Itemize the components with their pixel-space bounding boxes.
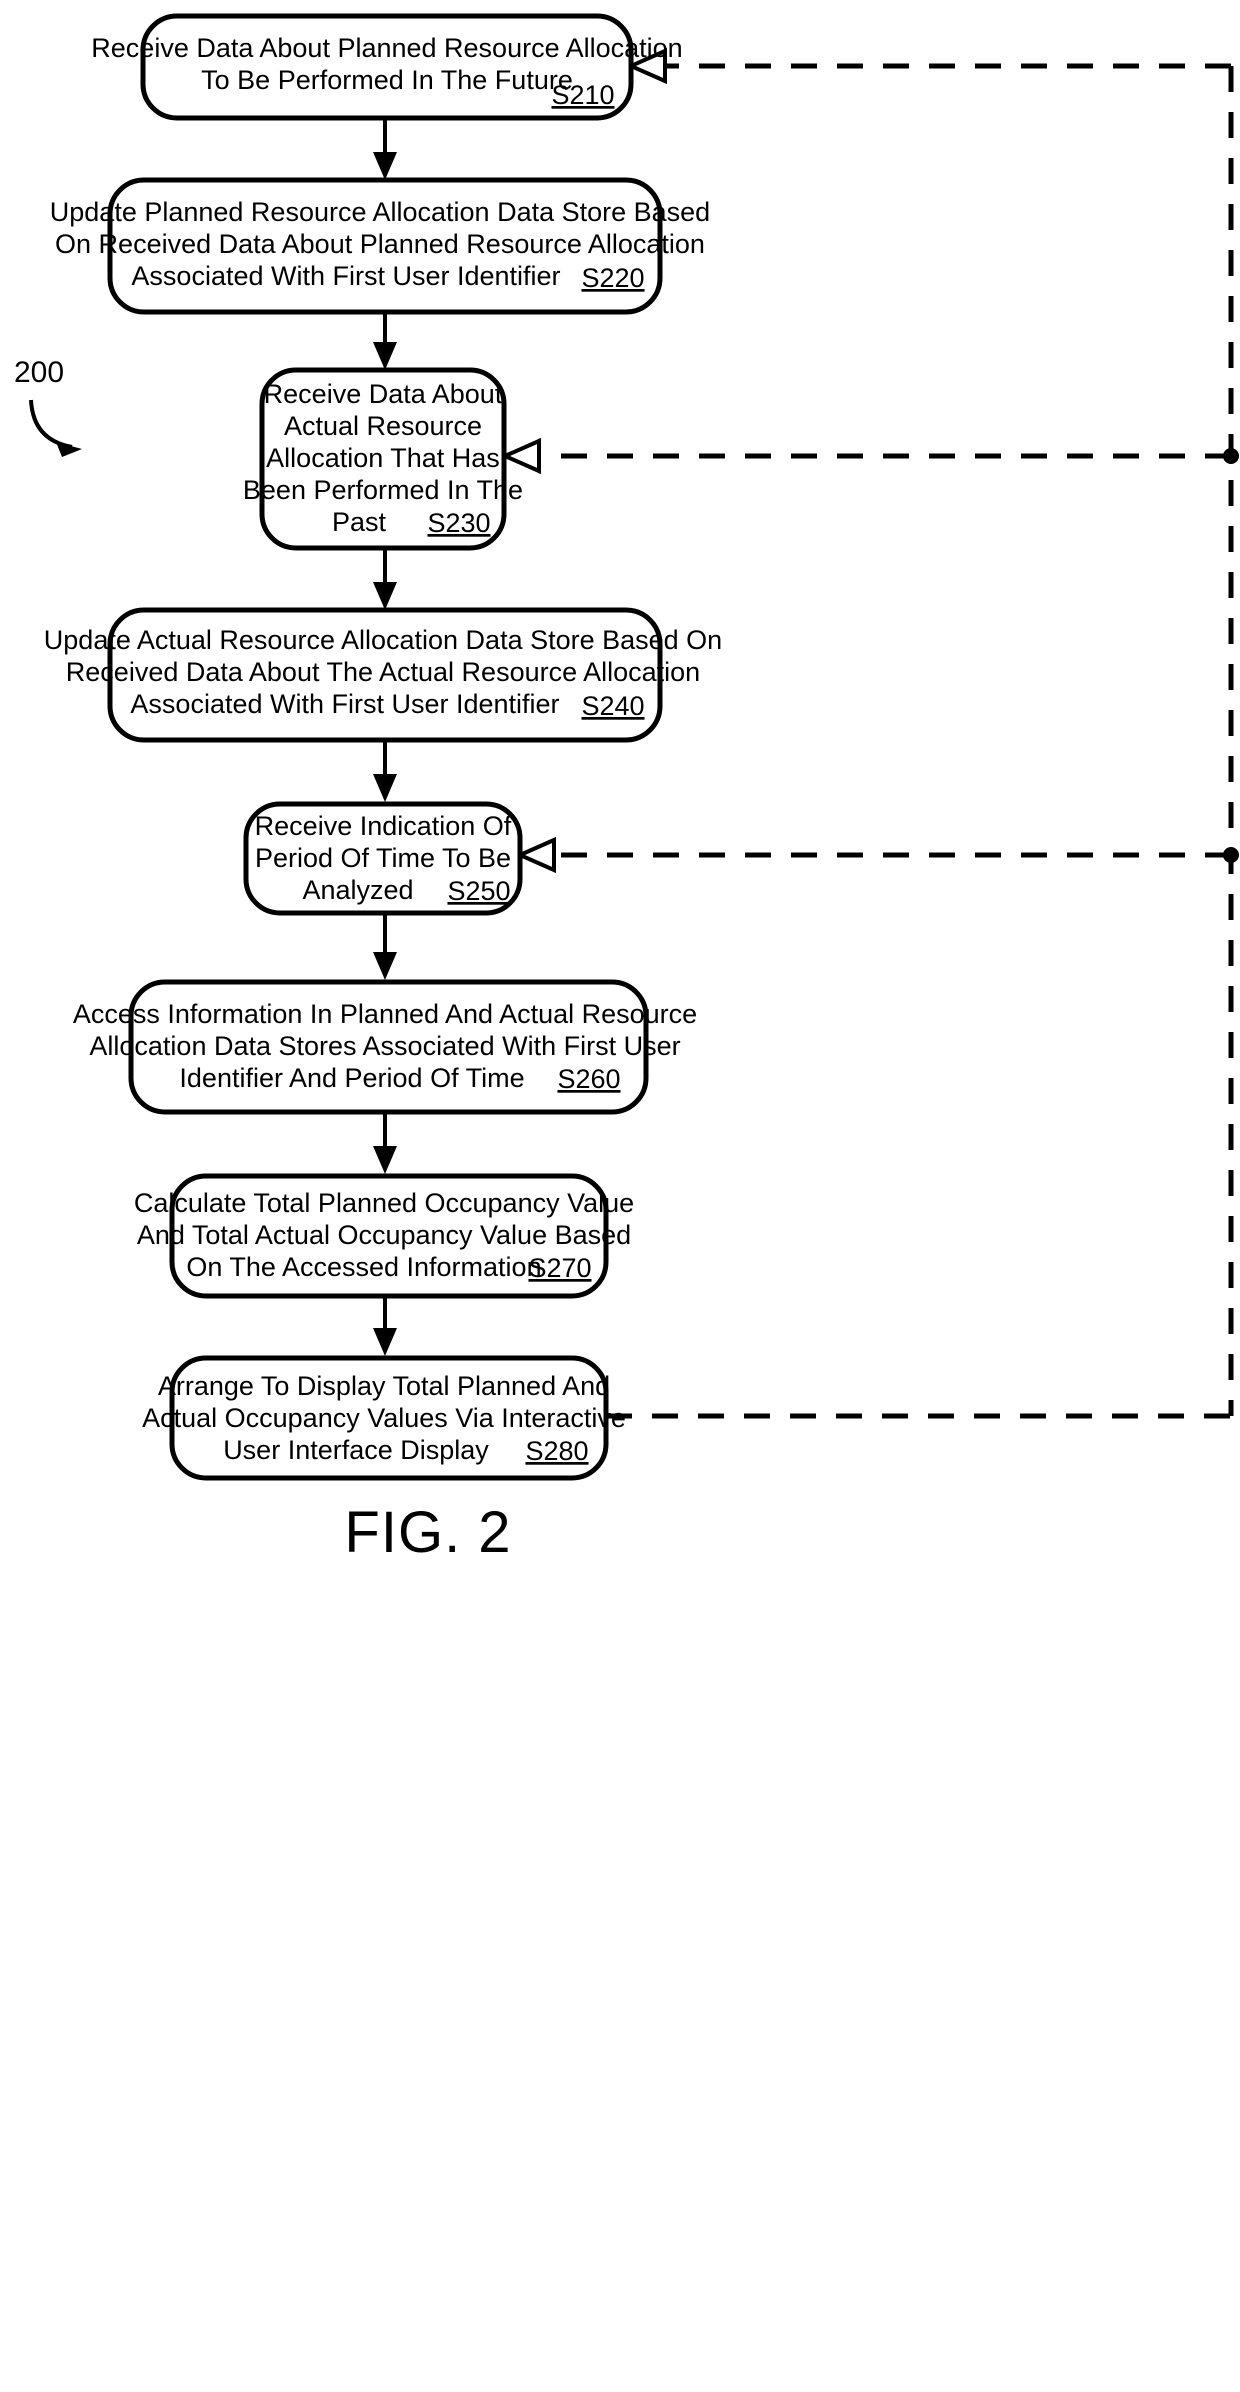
node-s210-line1: Receive Data About Planned Resource Allo… [91,33,682,63]
node-s240-line3: Associated With First User Identifier [130,689,559,719]
node-s240-step-label: S240 [581,691,644,721]
arrowhead-s230-s240 [373,582,397,610]
flowchart-svg: 200 Receive Data About Planned Resource … [14,13,1239,1565]
node-s240[interactable]: Update Actual Resource Allocation Data S… [44,607,722,743]
node-s280-line2: Actual Occupancy Values Via Interactive [142,1403,626,1433]
node-s250-step-label: S250 [447,876,510,906]
leader-line-200 [29,399,73,449]
arrowhead-s220-s230 [373,342,397,370]
node-s230[interactable]: Receive Data About Actual Resource Alloc… [243,367,523,551]
node-s270-line1: Calculate Total Planned Occupancy Value [134,1188,634,1218]
arrowhead-s250-s260 [373,952,397,980]
node-s220-line1: Update Planned Resource Allocation Data … [50,197,710,227]
node-s230-line5: Past [332,507,387,537]
arrowhead-s260-s270 [373,1146,397,1174]
arrowhead-s270-s280 [373,1328,397,1356]
node-s280-line1: Arrange To Display Total Planned And [158,1371,610,1401]
node-s230-line4: Been Performed In The [243,475,523,505]
node-s250[interactable]: Receive Indication Of Period Of Time To … [243,801,523,916]
node-s210-step-label: S210 [551,80,614,110]
node-s260[interactable]: Access Information In Planned And Actual… [73,979,697,1115]
node-s220-line2: On Received Data About Planned Resource … [55,229,705,259]
node-s220-line3: Associated With First User Identifier [131,261,560,291]
node-s250-line3: Analyzed [302,875,413,905]
node-s280-step-label: S280 [525,1436,588,1466]
node-s230-line2: Actual Resource [284,411,482,441]
arrowhead-into-s230 [500,437,541,475]
flowchart-figure: 200 Receive Data About Planned Resource … [0,0,1240,2392]
node-s230-line1: Receive Data About [264,379,503,409]
node-s260-line1: Access Information In Planned And Actual… [73,999,697,1029]
node-s230-step-label: S230 [427,508,490,538]
junction-dot-s250 [1223,847,1239,863]
node-s220-step-label: S220 [581,263,644,293]
node-s260-line2: Allocation Data Stores Associated With F… [89,1031,680,1061]
node-s260-line3: Identifier And Period Of Time [179,1063,524,1093]
figure-caption: FIG. 2 [344,1500,511,1565]
node-s240-line2: Received Data About The Actual Resource … [66,657,700,687]
node-s210-line2: To Be Performed In The Future [201,65,573,95]
node-s230-line3: Allocation That Has [266,443,500,473]
reference-numeral-200: 200 [14,356,64,389]
junction-dot-s230 [1223,448,1239,464]
arrowhead-s210-s220 [373,152,397,180]
leader-arrowhead-200 [56,442,82,457]
node-s220[interactable]: Update Planned Resource Allocation Data … [50,177,710,315]
node-s250-line1: Receive Indication Of [255,811,512,841]
node-s270-line3: On The Accessed Information [186,1252,541,1282]
node-s250-line2: Period Of Time To Be [255,843,511,873]
node-s260-step-label: S260 [557,1064,620,1094]
node-s240-line1: Update Actual Resource Allocation Data S… [44,625,722,655]
arrowhead-s240-s250 [373,774,397,802]
arrowhead-into-s250 [515,836,556,874]
node-s270-line2: And Total Actual Occupancy Value Based [137,1220,631,1250]
node-s280[interactable]: Arrange To Display Total Planned And Act… [142,1355,626,1481]
node-s270[interactable]: Calculate Total Planned Occupancy Value … [134,1173,634,1299]
node-s210[interactable]: Receive Data About Planned Resource Allo… [91,13,683,121]
node-s270-step-label: S270 [528,1253,591,1283]
node-s280-line3: User Interface Display [223,1435,489,1465]
